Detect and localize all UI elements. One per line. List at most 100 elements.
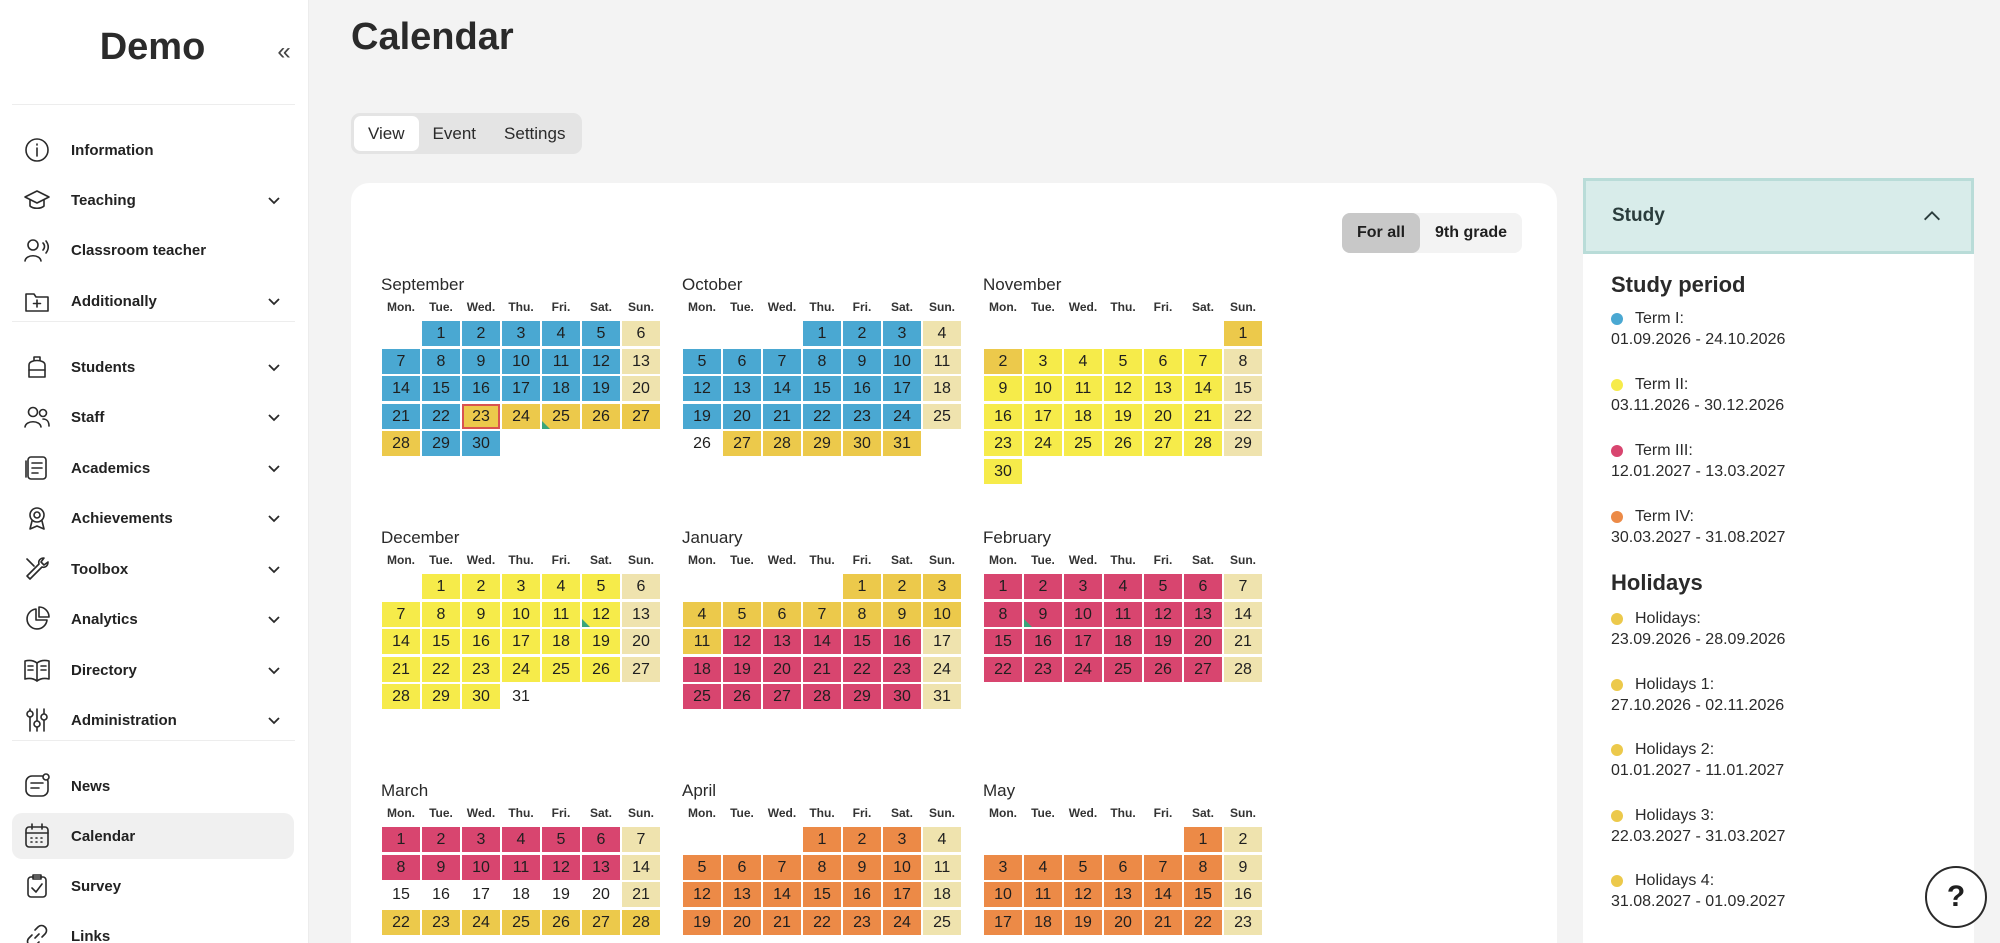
day-cell[interactable]: 14 (382, 629, 420, 654)
day-cell[interactable]: 6 (763, 601, 801, 627)
day-cell[interactable]: 12 (582, 601, 620, 627)
day-cell[interactable]: 26 (1144, 656, 1182, 682)
day-cell[interactable]: 7 (1224, 574, 1262, 599)
day-cell[interactable]: 26 (683, 431, 721, 456)
day-cell[interactable]: 25 (923, 909, 961, 935)
day-cell[interactable]: 5 (683, 348, 721, 374)
day-cell[interactable]: 22 (843, 656, 881, 682)
day-cell[interactable]: 17 (883, 882, 921, 907)
day-cell[interactable]: 6 (622, 574, 660, 599)
day-cell[interactable]: 9 (1024, 601, 1062, 627)
day-cell[interactable]: 25 (1064, 431, 1102, 456)
sidebar-item-achievements[interactable]: Achievements (12, 495, 294, 541)
day-cell[interactable]: 19 (582, 629, 620, 654)
day-cell[interactable]: 27 (1144, 431, 1182, 456)
day-cell[interactable]: 3 (984, 854, 1022, 880)
day-cell[interactable]: 14 (1224, 601, 1262, 627)
day-cell[interactable]: 10 (462, 854, 500, 880)
day-cell[interactable]: 16 (462, 629, 500, 654)
day-cell[interactable]: 20 (723, 909, 761, 935)
day-cell[interactable]: 8 (382, 854, 420, 880)
day-cell[interactable]: 2 (984, 348, 1022, 374)
day-cell[interactable]: 4 (502, 827, 540, 852)
day-cell[interactable]: 20 (1184, 629, 1222, 654)
day-cell[interactable]: 19 (1104, 403, 1142, 429)
day-cell[interactable]: 1 (1184, 827, 1222, 852)
day-cell[interactable]: 29 (1224, 431, 1262, 456)
day-cell[interactable]: 15 (382, 882, 420, 907)
day-cell[interactable]: 17 (1024, 403, 1062, 429)
day-cell[interactable]: 6 (582, 827, 620, 852)
day-cell[interactable]: 20 (582, 882, 620, 907)
day-cell[interactable]: 17 (502, 376, 540, 401)
day-cell[interactable]: 10 (1024, 376, 1062, 401)
day-cell[interactable]: 30 (462, 684, 500, 709)
day-cell[interactable]: 17 (1064, 629, 1102, 654)
day-cell[interactable]: 24 (1064, 656, 1102, 682)
day-cell[interactable]: 18 (1024, 909, 1062, 935)
day-cell[interactable]: 18 (542, 376, 580, 401)
day-cell[interactable]: 28 (763, 431, 801, 456)
day-cell[interactable]: 11 (542, 601, 580, 627)
day-cell[interactable]: 19 (683, 403, 721, 429)
day-cell[interactable]: 7 (382, 348, 420, 374)
day-cell[interactable]: 10 (502, 348, 540, 374)
day-cell[interactable]: 13 (1144, 376, 1182, 401)
day-cell[interactable]: 16 (1224, 882, 1262, 907)
day-cell[interactable]: 5 (1064, 854, 1102, 880)
day-cell[interactable]: 24 (502, 403, 540, 429)
day-cell[interactable]: 25 (502, 909, 540, 935)
day-cell[interactable]: 12 (1064, 882, 1102, 907)
tab-view[interactable]: View (354, 116, 419, 151)
day-cell[interactable]: 27 (723, 431, 761, 456)
day-cell[interactable]: 26 (723, 684, 761, 709)
day-cell[interactable]: 18 (542, 629, 580, 654)
day-cell[interactable]: 20 (1144, 403, 1182, 429)
day-cell[interactable]: 3 (502, 321, 540, 346)
day-cell[interactable]: 5 (683, 854, 721, 880)
day-cell[interactable]: 12 (582, 348, 620, 374)
day-cell[interactable]: 21 (1144, 909, 1182, 935)
day-cell[interactable]: 4 (1064, 348, 1102, 374)
day-cell[interactable]: 24 (462, 909, 500, 935)
day-cell[interactable]: 22 (984, 656, 1022, 682)
sidebar-item-teaching[interactable]: Teaching (12, 177, 294, 223)
day-cell[interactable]: 17 (883, 376, 921, 401)
day-cell[interactable]: 7 (763, 348, 801, 374)
day-cell[interactable]: 29 (422, 431, 460, 456)
day-cell[interactable]: 28 (803, 684, 841, 709)
day-cell[interactable]: 23 (984, 431, 1022, 456)
day-cell[interactable]: 11 (683, 629, 721, 654)
day-cell[interactable]: 27 (582, 909, 620, 935)
day-cell[interactable]: 16 (1024, 629, 1062, 654)
day-cell[interactable]: 21 (1224, 629, 1262, 654)
day-cell[interactable]: 8 (422, 348, 460, 374)
day-cell[interactable]: 15 (1184, 882, 1222, 907)
day-cell[interactable]: 9 (843, 348, 881, 374)
day-cell[interactable]: 27 (622, 656, 660, 682)
day-cell[interactable]: 25 (542, 403, 580, 429)
day-cell[interactable]: 4 (923, 827, 961, 852)
day-cell[interactable]: 3 (883, 827, 921, 852)
day-cell[interactable]: 20 (723, 403, 761, 429)
day-cell[interactable]: 23 (422, 909, 460, 935)
day-cell[interactable]: 7 (382, 601, 420, 627)
day-cell[interactable]: 11 (923, 348, 961, 374)
day-cell[interactable]: 30 (462, 431, 500, 456)
day-cell[interactable]: 12 (542, 854, 580, 880)
day-cell[interactable]: 3 (502, 574, 540, 599)
day-cell[interactable]: 9 (883, 601, 921, 627)
day-cell[interactable]: 16 (843, 882, 881, 907)
day-cell[interactable]: 12 (683, 376, 721, 401)
day-cell[interactable]: 13 (723, 882, 761, 907)
day-cell[interactable]: 25 (542, 656, 580, 682)
day-cell[interactable]: 18 (683, 656, 721, 682)
day-cell[interactable]: 27 (763, 684, 801, 709)
collapse-sidebar-icon[interactable]: « (272, 38, 296, 66)
day-cell[interactable]: 14 (1184, 376, 1222, 401)
day-cell[interactable]: 28 (382, 431, 420, 456)
sidebar-item-analytics[interactable]: Analytics (12, 596, 294, 642)
tab-settings[interactable]: Settings (490, 116, 579, 151)
day-cell[interactable]: 4 (542, 574, 580, 599)
day-cell[interactable]: 24 (883, 909, 921, 935)
